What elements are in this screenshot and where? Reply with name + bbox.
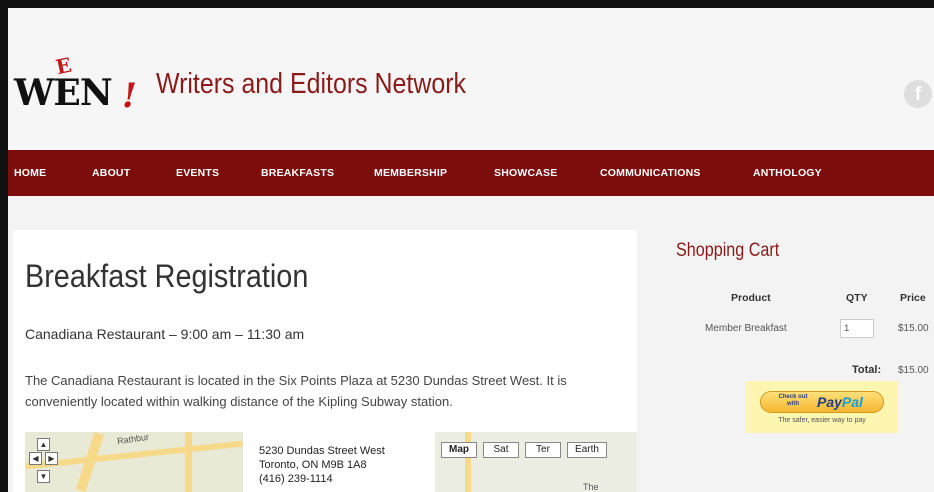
wen-logo[interactable]: WEN E ! [12,53,144,126]
site-title[interactable]: Writers and Editors Network [156,68,466,101]
pan-left-icon[interactable]: ◀ [29,452,42,465]
nav-breakfasts[interactable]: BREAKFASTS [261,167,334,179]
cart-item-price: $15.00 [898,323,929,334]
map-type-sat-button[interactable]: Sat [483,442,519,458]
logo-exclamation: ! [122,76,137,116]
nav-anthology[interactable]: ANTHOLOGY [753,167,822,179]
page-title: Breakfast Registration [25,258,309,294]
nav-showcase[interactable]: SHOWCASE [494,167,557,179]
paypal-checkout-button[interactable]: Check out with PayPal [760,391,884,413]
map-left[interactable]: Rathbur ▲ ◀ ▶ ▼ [25,432,243,492]
paypal-logo-pay: Pay [817,394,842,410]
cart-total-value: $15.00 [898,365,929,376]
map-road [465,432,471,492]
map-right[interactable]: Map Sat Ter Earth The [435,432,637,492]
nav-home[interactable]: HOME [14,167,46,179]
paypal-logo-pal: Pal [841,394,863,410]
address-phone: (416) 239-1114 [259,473,333,485]
address-city: Toronto, ON M9B 1A8 [259,459,367,471]
paypal-tagline: The safer, easier way to pay [778,417,866,424]
facebook-icon[interactable]: f [904,80,932,108]
address-street: 5230 Dundas Street West [259,445,385,457]
window-frame-left [0,0,8,492]
address-block: 5230 Dundas Street West Toronto, ON M9B … [259,444,385,486]
map-area-label: The [583,482,599,492]
map-type-ter-button[interactable]: Ter [525,442,561,458]
cart-item-product[interactable]: Member Breakfast [705,323,787,334]
paypal-logo: PayPal [817,394,863,410]
paypal-checkout-box: Check out with PayPal The safer, easier … [746,381,898,433]
site-header: WEN E ! Writers and Editors Network f [8,8,934,150]
map-type-earth-button[interactable]: Earth [567,442,607,458]
cart-header-price: Price [900,292,926,304]
event-subtitle: Canadiana Restaurant – 9:00 am – 11:30 a… [25,326,305,342]
map-road [185,432,192,492]
pan-right-icon[interactable]: ▶ [45,452,58,465]
map-type-map-button[interactable]: Map [441,442,477,458]
nav-communications[interactable]: COMMUNICATIONS [600,167,701,179]
cart-header-qty: QTY [846,292,868,304]
pan-up-icon[interactable]: ▲ [37,438,50,451]
nav-about[interactable]: ABOUT [92,167,130,179]
cart-total-label: Total: [852,364,882,376]
cart-title: Shopping Cart [676,240,780,261]
pan-down-icon[interactable]: ▼ [37,470,50,483]
nav-membership[interactable]: MEMBERSHIP [374,167,447,179]
main-nav: HOME ABOUT EVENTS BREAKFASTS MEMBERSHIP … [8,150,934,196]
event-description: The Canadiana Restaurant is located in t… [25,373,567,409]
main-content: Breakfast Registration Canadiana Restaur… [13,230,637,492]
map-street-label: Rathbur [116,432,150,447]
cart-header-product: Product [731,292,771,304]
paypal-checkout-text: Check out with [778,394,808,407]
nav-events[interactable]: EVENTS [176,167,219,179]
window-frame-top [0,0,934,8]
cart-qty-input[interactable]: 1 [840,319,874,338]
